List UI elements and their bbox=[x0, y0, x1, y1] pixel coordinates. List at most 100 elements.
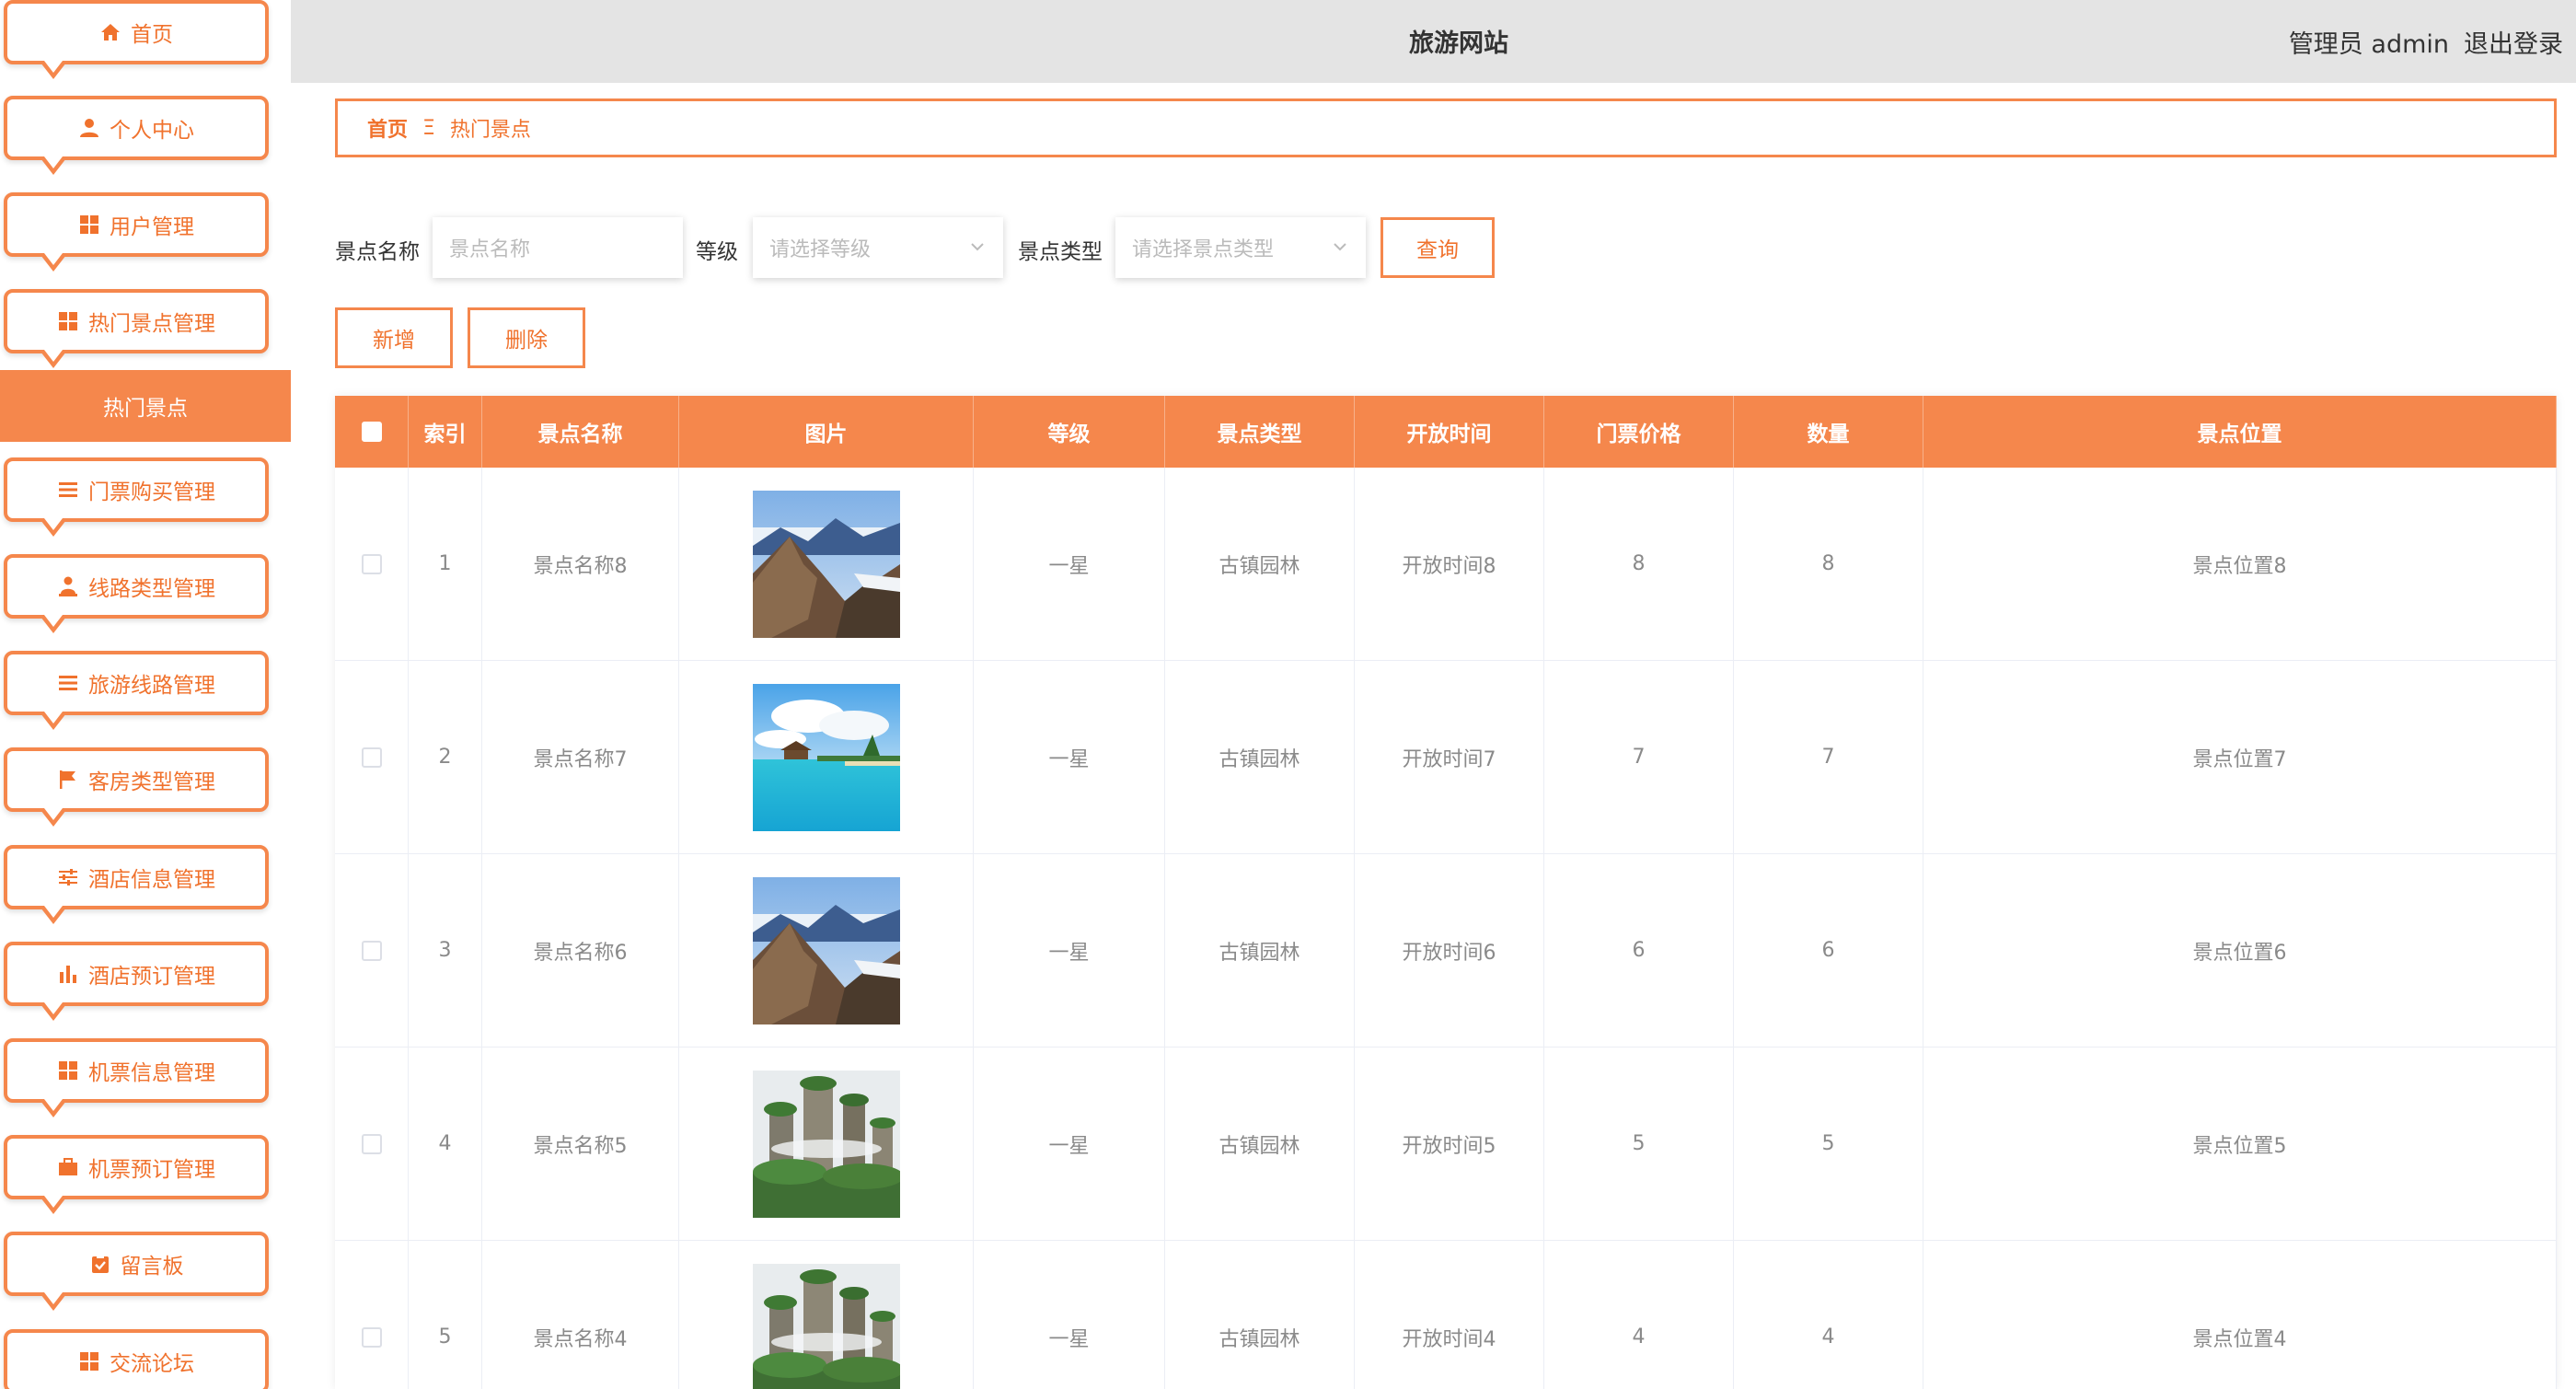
flag-icon bbox=[57, 769, 79, 791]
sidebar-item-label: 旅游线路管理 bbox=[88, 674, 215, 698]
type-select[interactable]: 请选择景点类型 bbox=[1115, 217, 1366, 278]
cell-text: 一星 bbox=[1048, 1327, 1090, 1351]
cell-text: 景点位置5 bbox=[2192, 1134, 2287, 1158]
cell-price: 7 bbox=[1544, 661, 1734, 853]
cell-count: 5 bbox=[1734, 1048, 1923, 1240]
column-header-image: 图片 bbox=[679, 396, 974, 468]
table-row: 3景点名称6一星古镇园林开放时间666景点位置6详情修改查看评论删除 bbox=[335, 854, 2557, 1048]
cell-text: 6 bbox=[1821, 939, 1835, 962]
cell-text: 景点位置6 bbox=[2192, 941, 2287, 965]
sidebar-item-label: 用户管理 bbox=[110, 215, 194, 239]
grid-icon bbox=[57, 310, 79, 332]
row-checkbox[interactable] bbox=[361, 747, 382, 768]
sidebar-item-8[interactable]: 酒店信息管理 bbox=[4, 845, 269, 924]
sidebar-item-10[interactable]: 机票信息管理 bbox=[4, 1038, 269, 1117]
cell-text: 4 bbox=[438, 1132, 452, 1155]
cell-image bbox=[679, 1241, 974, 1389]
attraction-thumbnail[interactable] bbox=[752, 1070, 900, 1218]
select-all-checkbox[interactable] bbox=[361, 422, 382, 442]
cell-index: 3 bbox=[409, 854, 482, 1047]
cell-text: 古镇园林 bbox=[1219, 941, 1300, 965]
column-header-price: 门票价格 bbox=[1544, 396, 1734, 468]
attraction-thumbnail[interactable] bbox=[752, 683, 900, 831]
name-filter-label: 景点名称 bbox=[335, 240, 420, 264]
cell-price: 8 bbox=[1544, 468, 1734, 660]
query-button[interactable]: 查询 bbox=[1380, 217, 1495, 278]
cell-text: 古镇园林 bbox=[1219, 554, 1300, 578]
cell-text: 5 bbox=[1821, 1132, 1835, 1155]
cell-open-time: 开放时间6 bbox=[1355, 854, 1544, 1047]
clipboard-icon bbox=[89, 1253, 111, 1275]
cell-name: 景点名称5 bbox=[482, 1048, 679, 1240]
level-filter-label: 等级 bbox=[696, 240, 738, 264]
row-checkbox[interactable] bbox=[361, 940, 382, 961]
attraction-thumbnail[interactable] bbox=[752, 1263, 900, 1389]
batch-delete-button[interactable]: 删除 bbox=[468, 307, 585, 368]
row-checkbox[interactable] bbox=[361, 1133, 382, 1154]
sidebar-item-label: 酒店信息管理 bbox=[88, 868, 215, 892]
cell-name: 景点名称6 bbox=[482, 854, 679, 1047]
cell-text: 开放时间8 bbox=[1402, 554, 1496, 578]
attraction-thumbnail[interactable] bbox=[752, 490, 900, 638]
table-row: 4景点名称5一星古镇园林开放时间555景点位置5详情修改查看评论删除 bbox=[335, 1048, 2557, 1241]
cell-text: 景点名称6 bbox=[533, 941, 628, 965]
cell-text: 5 bbox=[438, 1325, 452, 1348]
sidebar-item-4[interactable]: 门票购买管理 bbox=[4, 457, 269, 537]
cell-location: 景点位置7 bbox=[1923, 661, 2557, 853]
attraction-thumbnail[interactable] bbox=[752, 876, 900, 1024]
name-search-input[interactable]: 景点名称 bbox=[433, 217, 683, 278]
sidebar-item-13[interactable]: 交流论坛 bbox=[4, 1329, 269, 1389]
cell-text: 5 bbox=[1632, 1132, 1646, 1155]
row-checkbox[interactable] bbox=[361, 1326, 382, 1348]
cell-type: 古镇园林 bbox=[1165, 661, 1355, 853]
cell-index: 1 bbox=[409, 468, 482, 660]
sidebar-item-12[interactable]: 留言板 bbox=[4, 1232, 269, 1311]
cell-text: 1 bbox=[438, 552, 452, 575]
grid-icon bbox=[57, 1059, 79, 1082]
sidebar-item-2[interactable]: 用户管理 bbox=[4, 192, 269, 272]
chevron-down-icon bbox=[971, 243, 984, 251]
sidebar-item-11[interactable]: 机票预订管理 bbox=[4, 1135, 269, 1214]
column-header-count: 数量 bbox=[1734, 396, 1923, 468]
sidebar-item-0[interactable]: 首页 bbox=[4, 0, 269, 79]
cell-text: 景点名称7 bbox=[533, 747, 628, 771]
sidebar-item-1[interactable]: 个人中心 bbox=[4, 96, 269, 175]
cell-text: 2 bbox=[438, 746, 452, 769]
cell-text: 一星 bbox=[1048, 747, 1090, 771]
app-root: 首页 个人中心 用户管理 热门景点管理 门票购买管理 线路类型管理 旅游线路管理 客房类型管理… bbox=[0, 0, 2576, 1389]
column-header-level: 等级 bbox=[974, 396, 1165, 468]
sidebar-subitem-hot-attractions[interactable]: 热门景点 bbox=[0, 370, 291, 442]
cell-text: 古镇园林 bbox=[1219, 747, 1300, 771]
sidebar-item-5[interactable]: 线路类型管理 bbox=[4, 554, 269, 633]
sidebar-item-6[interactable]: 旅游线路管理 bbox=[4, 651, 269, 730]
cell-price: 6 bbox=[1544, 854, 1734, 1047]
attractions-table: 索引景点名称图片等级景点类型开放时间门票价格数量景点位置操作 1景点名称8一星古… bbox=[335, 396, 2557, 1389]
home-icon bbox=[99, 21, 121, 43]
cell-level: 一星 bbox=[974, 468, 1165, 660]
top-header: 旅游网站 管理员 admin 退出登录 bbox=[291, 0, 2576, 83]
level-select[interactable]: 请选择等级 bbox=[753, 217, 1003, 278]
logout-link[interactable]: 退出登录 bbox=[2464, 24, 2563, 60]
row-select-cell bbox=[335, 1048, 409, 1240]
sidebar-item-9[interactable]: 酒店预订管理 bbox=[4, 942, 269, 1021]
sidebar-item-label: 热门景点管理 bbox=[88, 312, 215, 336]
cell-text: 6 bbox=[1632, 939, 1646, 962]
cell-text: 古镇园林 bbox=[1219, 1134, 1300, 1158]
bar-chart-icon bbox=[57, 963, 79, 985]
chevron-down-icon bbox=[1334, 243, 1346, 251]
add-button[interactable]: 新增 bbox=[335, 307, 453, 368]
sidebar-item-label: 交流论坛 bbox=[110, 1352, 194, 1376]
cell-text: 一星 bbox=[1048, 941, 1090, 965]
sidebar-item-label: 客房类型管理 bbox=[88, 770, 215, 794]
row-checkbox[interactable] bbox=[361, 553, 382, 574]
cell-text: 景点位置8 bbox=[2192, 554, 2287, 578]
person-icon bbox=[57, 575, 79, 597]
cell-text: 景点名称4 bbox=[533, 1327, 628, 1351]
sidebar-item-7[interactable]: 客房类型管理 bbox=[4, 747, 269, 827]
breadcrumb-home[interactable]: 首页 bbox=[367, 113, 408, 143]
cell-text: 开放时间5 bbox=[1402, 1134, 1496, 1158]
sidebar-item-3[interactable]: 热门景点管理 bbox=[4, 289, 269, 368]
table-row: 5景点名称4一星古镇园林开放时间444景点位置4详情修改查看评论删除 bbox=[335, 1241, 2557, 1389]
cell-text: 开放时间4 bbox=[1402, 1327, 1496, 1351]
breadcrumb-current: 热门景点 bbox=[449, 119, 531, 142]
